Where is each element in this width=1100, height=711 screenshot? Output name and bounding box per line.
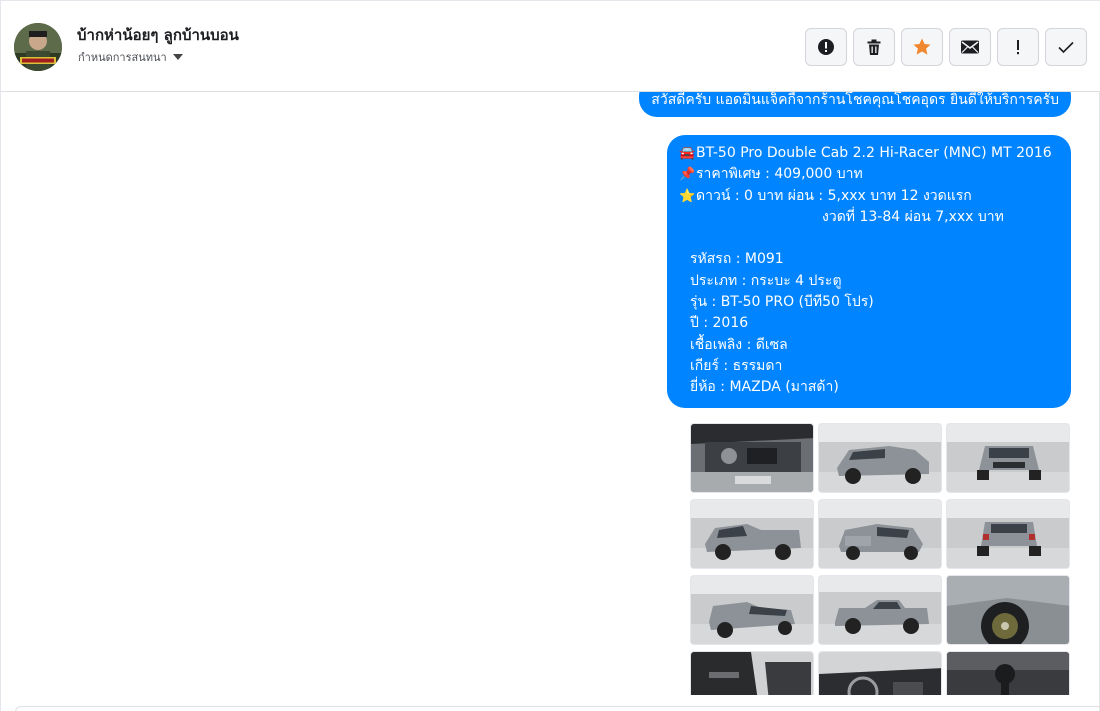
photo-thumbnail-door-interior[interactable]: [690, 651, 814, 695]
photo-thumbnail-engine[interactable]: [690, 423, 814, 493]
photo-thumbnail-front-three-quarter[interactable]: [818, 423, 942, 493]
listing-model: รุ่น : BT-50 PRO (บีที50 โปร): [690, 294, 874, 311]
listing-down-line: ⭐ดาวน์ : 0 บาท ผ่อน : 5,xxx บาท 12 งวดแร…: [679, 186, 1059, 207]
listing-code: รหัสรถ : M091: [690, 251, 784, 268]
message-composer-edge[interactable]: [15, 706, 1100, 711]
envelope-icon: [961, 40, 979, 54]
alert-circle-icon: [818, 39, 834, 55]
listing-installment: งวดที่ 13-84 ผ่อน 7,xxx บาท: [822, 208, 1004, 225]
photo-thumbnail-gear-shifter[interactable]: [946, 651, 1070, 695]
listing-brand: ยี่ห้อ : MAZDA (มาสด้า): [690, 379, 839, 396]
star-button[interactable]: [901, 28, 943, 66]
contact-avatar[interactable]: [14, 23, 62, 71]
photo-thumbnail-side-rear[interactable]: [690, 499, 814, 569]
photo-thumbnail-rear-left[interactable]: [690, 575, 814, 645]
listing-price: ราคาพิเศษ : 409,000 บาท: [696, 166, 863, 183]
photo-thumbnail-dashboard[interactable]: [818, 651, 942, 695]
chat-window: บ้ากห่าน้อยๆ ลูกบ้านบอน กำหนดการสนทนา สว…: [0, 0, 1100, 711]
trash-icon: [867, 39, 881, 55]
listing-title-line: 🚘BT-50 Pro Double Cab 2.2 Hi-Racer (MNC)…: [679, 143, 1059, 164]
star-emoji-icon: ⭐: [679, 188, 696, 204]
exclamation-icon: [1017, 40, 1019, 55]
listing-spacer: [679, 228, 1059, 249]
listing-year: ปี : 2016: [690, 315, 749, 332]
photo-thumbnail-wheel[interactable]: [946, 575, 1070, 645]
delete-button[interactable]: [853, 28, 895, 66]
important-button[interactable]: [997, 28, 1039, 66]
listing-title: BT-50 Pro Double Cab 2.2 Hi-Racer (MNC) …: [696, 145, 1052, 161]
photo-thumbnail-front[interactable]: [946, 423, 1070, 493]
pushpin-emoji-icon: 📌: [679, 167, 696, 183]
listing-fuel: เชื้อเพลิง : ดีเซล: [690, 336, 788, 353]
conversation-status-dropdown[interactable]: กำหนดการสนทนา: [78, 48, 183, 66]
conversation-status-label: กำหนดการสนทนา: [78, 51, 167, 64]
listing-type: ประเภท : กระบะ 4 ประตู: [690, 272, 842, 289]
car-emoji-icon: 🚘: [679, 146, 696, 161]
photo-thumbnail-rear-three-quarter[interactable]: [818, 499, 942, 569]
listing-price-line: 📌ราคาพิเศษ : 409,000 บาท: [679, 164, 1059, 185]
message-bubble-listing: 🚘BT-50 Pro Double Cab 2.2 Hi-Racer (MNC)…: [667, 135, 1071, 408]
photo-thumbnail-rear[interactable]: [946, 499, 1070, 569]
photo-grid: [690, 423, 1070, 695]
contact-name[interactable]: บ้ากห่าน้อยๆ ลูกบ้านบอน: [77, 23, 239, 47]
mark-unread-button[interactable]: [949, 28, 991, 66]
listing-down-payment: ดาวน์ : 0 บาท ผ่อน : 5,xxx บาท 12 งวดแรก: [696, 187, 972, 204]
check-icon: [1058, 41, 1074, 54]
star-icon: [913, 38, 931, 55]
photo-thumbnail-side-profile[interactable]: [818, 575, 942, 645]
header-actions: [805, 28, 1087, 66]
conversation-header: บ้ากห่าน้อยๆ ลูกบ้านบอน กำหนดการสนทนา: [1, 1, 1100, 92]
caret-down-icon: [172, 54, 183, 60]
listing-gear: เกียร์ : ธรรมดา: [690, 357, 783, 374]
report-button[interactable]: [805, 28, 847, 66]
message-bubble-greeting: สวัสดีครับ แอดมินแจ็คกี้จากร้านโชคคุณโชค…: [639, 92, 1071, 117]
mark-done-button[interactable]: [1045, 28, 1087, 66]
